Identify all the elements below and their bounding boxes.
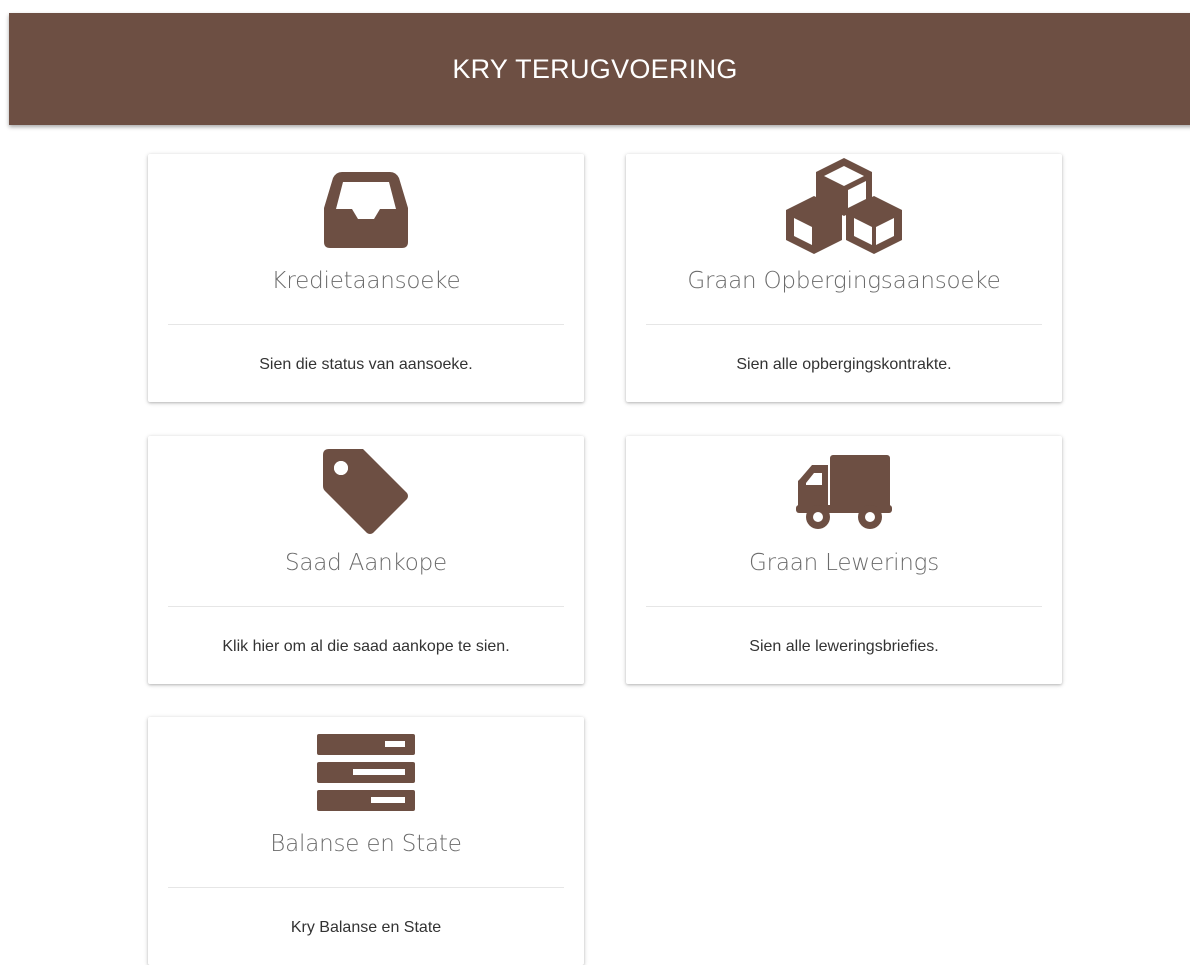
truck-icon xyxy=(796,453,892,531)
card-description: Sien alle opbergingskontrakte. xyxy=(736,356,952,373)
card-title: Graan Lewerings xyxy=(748,550,940,576)
card-description: Sien alle leweringsbriefies. xyxy=(749,638,939,655)
cubes-icon xyxy=(784,158,904,254)
card-description: Sien die status van aansoeke. xyxy=(259,356,473,373)
card-graan-lewerings[interactable]: Graan Lewerings Sien alle leweringsbrief… xyxy=(626,436,1062,684)
divider xyxy=(646,606,1042,607)
card-title: Saad Aankope xyxy=(284,550,448,576)
card-description: Kry Balanse en State xyxy=(290,919,442,936)
divider xyxy=(168,887,564,888)
card-kredietaansoeke[interactable]: Kredietaansoeke Sien die status van aans… xyxy=(148,154,584,402)
tag-icon xyxy=(323,449,409,535)
page-header: KRY TERUGVOERING xyxy=(9,13,1190,125)
card-balanse-en-state[interactable]: Balanse en State Kry Balanse en State xyxy=(148,717,584,965)
inbox-tray-icon xyxy=(324,172,408,248)
card-title: Kredietaansoeke xyxy=(271,268,461,294)
card-title: Graan Opbergingsaansoeke xyxy=(687,268,1001,294)
divider xyxy=(168,324,564,325)
card-title: Balanse en State xyxy=(270,831,462,857)
divider xyxy=(646,324,1042,325)
server-stack-icon xyxy=(317,734,415,812)
card-description: Klik hier om al die saad aankope te sien… xyxy=(222,638,510,655)
page-title: KRY TERUGVOERING xyxy=(452,53,738,84)
card-graan-opbergingsaansoeke[interactable]: Graan Opbergingsaansoeke Sien alle opber… xyxy=(626,154,1062,402)
card-saad-aankope[interactable]: Saad Aankope Klik hier om al die saad aa… xyxy=(148,436,584,684)
divider xyxy=(168,606,564,607)
